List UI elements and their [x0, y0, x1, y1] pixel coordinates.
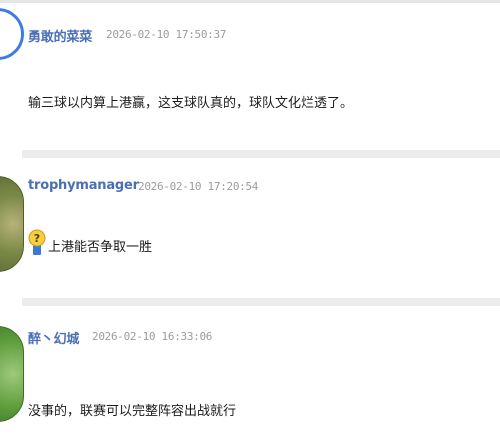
top-divider: [0, 0, 500, 3]
comment-content: 输三球以内算上港赢，这支球队真的，球队文化烂透了。: [28, 96, 354, 111]
comment-content: 上港能否争取一胜: [48, 240, 153, 255]
comment-timestamp: 2026-02-10 16:33:06: [92, 330, 213, 343]
comment-username[interactable]: 勇敢的菜菜: [28, 26, 92, 45]
comment-timestamp: 2026-02-10 17:20:54: [138, 180, 259, 193]
comment-username[interactable]: 醉丶幻城: [28, 328, 79, 347]
comment-separator: [22, 150, 500, 158]
comment-timestamp: 2026-02-10 17:50:37: [106, 28, 227, 41]
avatar[interactable]: [0, 326, 24, 422]
comment-separator: [22, 298, 500, 306]
comment-content: 没事的，联赛可以完整阵容出战就行: [28, 404, 237, 419]
avatar[interactable]: [0, 176, 24, 272]
comment-username[interactable]: trophymanager: [28, 178, 139, 193]
question-emoji-icon: ?: [28, 228, 46, 256]
comment-feed: 勇敢的菜菜 2026-02-10 17:50:37 输三球以内算上港赢，这支球队…: [0, 0, 500, 440]
svg-text:?: ?: [34, 232, 40, 245]
avatar[interactable]: [0, 8, 24, 60]
